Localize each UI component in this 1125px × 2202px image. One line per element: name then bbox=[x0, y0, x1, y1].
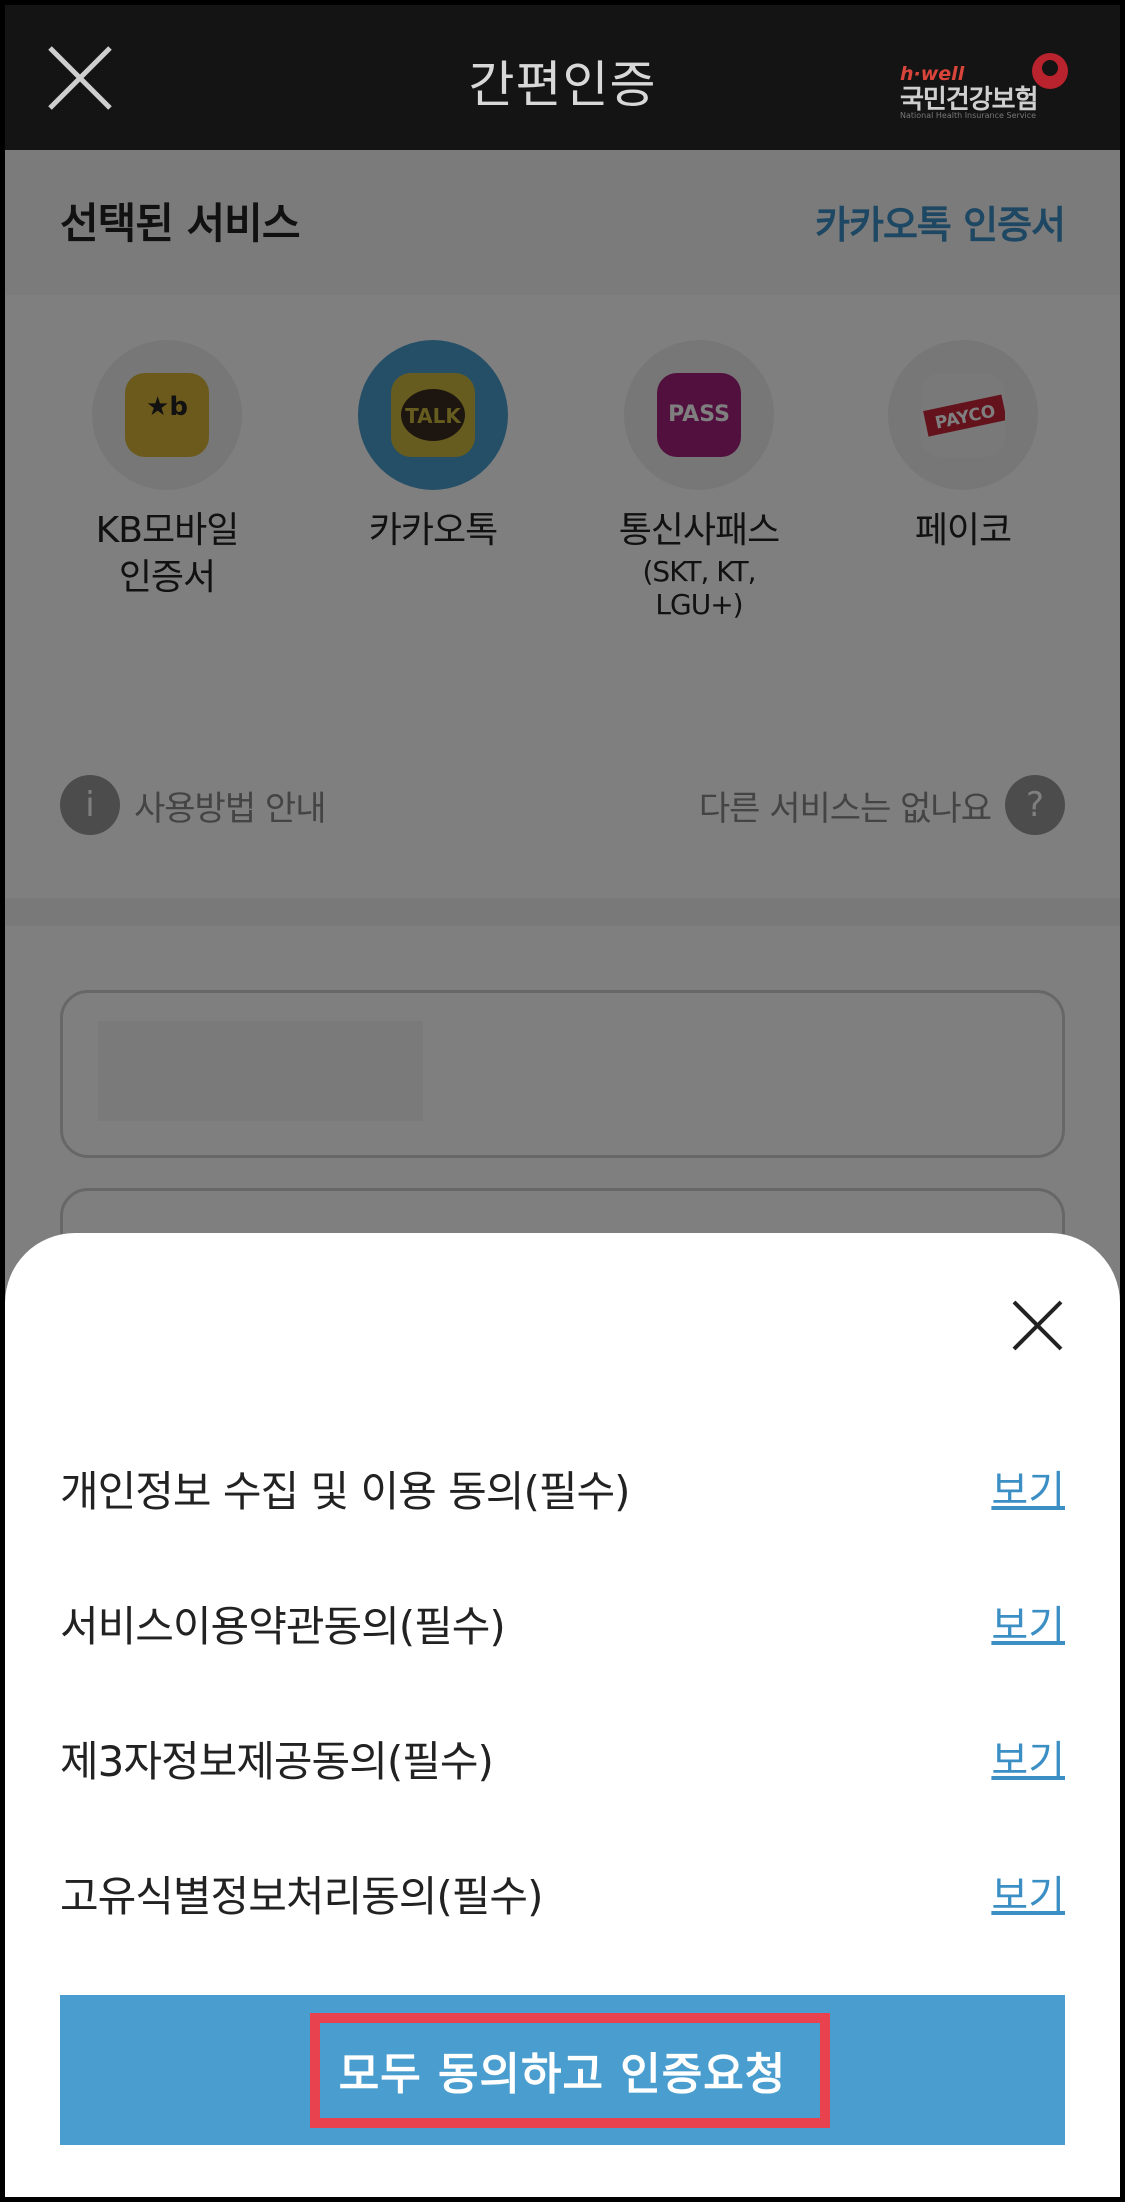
sheet-close-icon[interactable] bbox=[1010, 1298, 1065, 1353]
consent-bottom-sheet: 개인정보 수집 및 이용 동의(필수) 보기 서비스이용약관동의(필수) 보기 … bbox=[5, 1233, 1120, 2197]
term-third-party: 제3자정보제공동의(필수) 보기 bbox=[60, 1728, 1065, 1788]
term-service: 서비스이용약관동의(필수) 보기 bbox=[60, 1593, 1065, 1653]
term-view-link[interactable]: 보기 bbox=[991, 1863, 1065, 1921]
term-label: 고유식별정보처리동의(필수) bbox=[60, 1872, 543, 1921]
term-view-link[interactable]: 보기 bbox=[991, 1728, 1065, 1786]
term-view-link[interactable]: 보기 bbox=[991, 1593, 1065, 1651]
app-frame: 간편인증 h·well 국민건강보험 National Health Insur… bbox=[0, 0, 1125, 2202]
header: 간편인증 h·well 국민건강보험 National Health Insur… bbox=[5, 5, 1120, 150]
logo-subtitle: National Health Insurance Service bbox=[900, 111, 1037, 120]
agree-all-button[interactable]: 모두 동의하고 인증요청 bbox=[60, 1995, 1065, 2145]
heart-icon bbox=[1032, 53, 1068, 89]
term-privacy: 개인정보 수집 및 이용 동의(필수) 보기 bbox=[60, 1458, 1065, 1518]
term-label: 서비스이용약관동의(필수) bbox=[60, 1602, 506, 1651]
term-label: 제3자정보제공동의(필수) bbox=[60, 1737, 494, 1786]
nhis-logo: h·well 국민건강보험 National Health Insurance … bbox=[900, 51, 1070, 121]
term-label: 개인정보 수집 및 이용 동의(필수) bbox=[60, 1467, 630, 1516]
term-view-link[interactable]: 보기 bbox=[991, 1458, 1065, 1516]
agree-all-label: 모두 동의하고 인증요청 bbox=[338, 2049, 787, 2100]
term-unique-id: 고유식별정보처리동의(필수) 보기 bbox=[60, 1863, 1065, 1923]
